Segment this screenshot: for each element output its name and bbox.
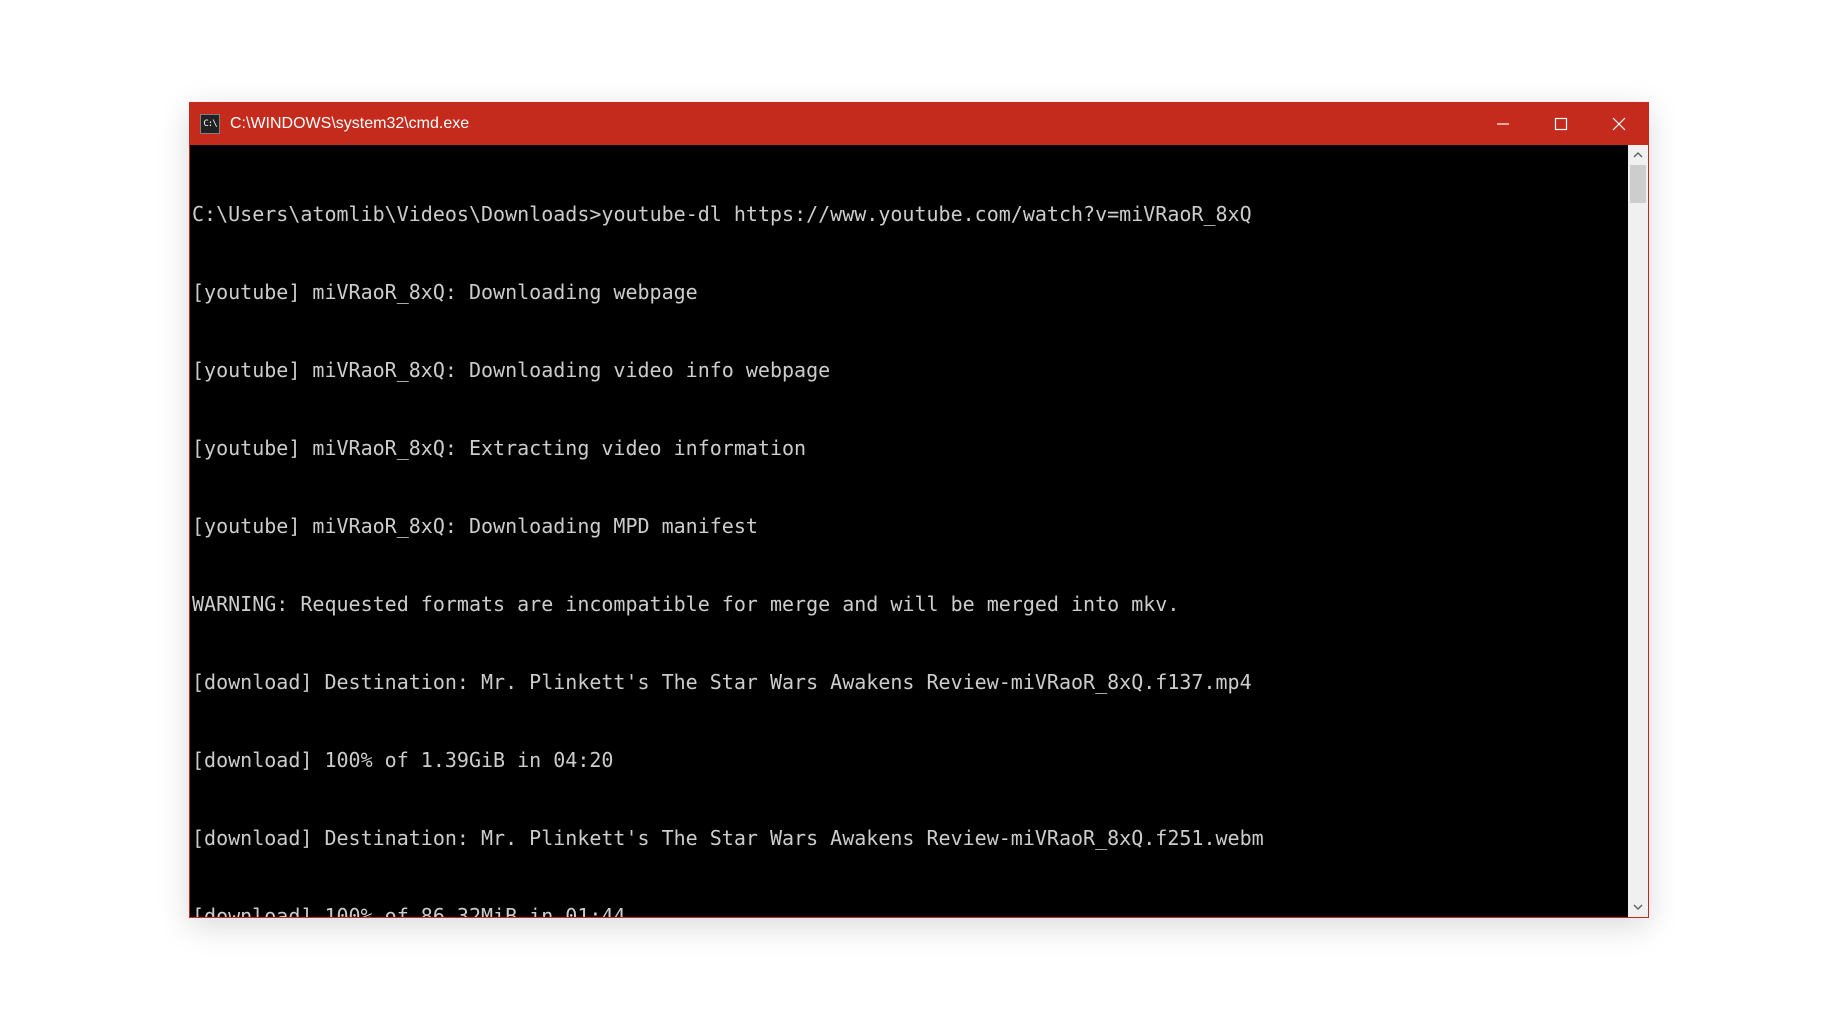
command-text: youtube-dl https://www.youtube.com/watch… (601, 202, 1251, 226)
titlebar[interactable]: C:\ C:\WINDOWS\system32\cmd.exe (190, 103, 1648, 145)
scroll-track[interactable] (1628, 165, 1648, 897)
close-icon (1612, 117, 1626, 131)
terminal-line: [download] Destination: Mr. Plinkett's T… (192, 669, 1628, 695)
client-area: C:\Users\atomlib\Videos\Downloads>youtub… (190, 145, 1648, 917)
scroll-thumb[interactable] (1630, 165, 1646, 203)
terminal-line: [download] 100% of 86.32MiB in 01:44 (192, 903, 1628, 917)
terminal-line: [youtube] miVRaoR_8xQ: Downloading video… (192, 357, 1628, 383)
terminal-line: WARNING: Requested formats are incompati… (192, 591, 1628, 617)
cmd-window: C:\ C:\WINDOWS\system32\cmd.exe C:\Users… (189, 102, 1649, 918)
cmd-icon: C:\ (200, 114, 220, 134)
cmd-icon-label: C:\ (203, 120, 216, 129)
window-title: C:\WINDOWS\system32\cmd.exe (230, 115, 469, 133)
minimize-icon (1496, 117, 1510, 131)
scroll-up-button[interactable] (1628, 145, 1648, 165)
scroll-down-button[interactable] (1628, 897, 1648, 917)
terminal-line: [download] 100% of 1.39GiB in 04:20 (192, 747, 1628, 773)
prompt: C:\Users\atomlib\Videos\Downloads> (192, 202, 601, 226)
terminal-line: [youtube] miVRaoR_8xQ: Downloading webpa… (192, 279, 1628, 305)
chevron-up-icon (1633, 150, 1643, 160)
maximize-icon (1554, 117, 1568, 131)
close-button[interactable] (1590, 103, 1648, 145)
chevron-down-icon (1633, 902, 1643, 912)
vertical-scrollbar[interactable] (1628, 145, 1648, 917)
terminal-line: C:\Users\atomlib\Videos\Downloads>youtub… (192, 201, 1628, 227)
maximize-button[interactable] (1532, 103, 1590, 145)
terminal[interactable]: C:\Users\atomlib\Videos\Downloads>youtub… (190, 145, 1628, 917)
terminal-line: [youtube] miVRaoR_8xQ: Extracting video … (192, 435, 1628, 461)
terminal-line: [download] Destination: Mr. Plinkett's T… (192, 825, 1628, 851)
minimize-button[interactable] (1474, 103, 1532, 145)
terminal-line: [youtube] miVRaoR_8xQ: Downloading MPD m… (192, 513, 1628, 539)
